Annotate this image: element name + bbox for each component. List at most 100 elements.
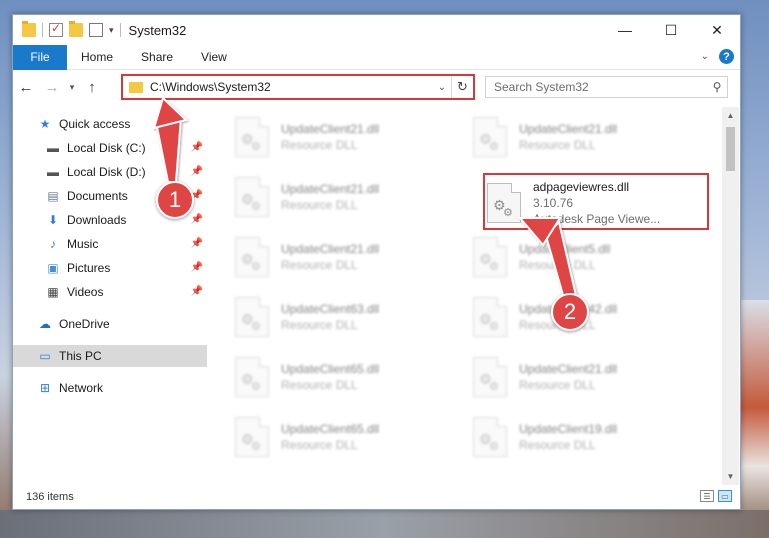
vertical-scrollbar[interactable]: ▲ ▼ (722, 107, 739, 485)
file-type: Resource DLL (281, 198, 358, 212)
forward-button[interactable]: → (39, 74, 65, 100)
scroll-down-icon[interactable]: ▼ (722, 468, 739, 485)
file-type: Resource DLL (281, 318, 358, 332)
dll-file-icon: ⚙ ⚙ (235, 237, 269, 277)
scrollbar-thumb[interactable] (726, 127, 735, 171)
sidebar-item-music[interactable]: ♪ Music 📌 (13, 233, 207, 255)
pin-icon[interactable]: 📌 (191, 286, 203, 297)
sidebar-item-this-pc[interactable]: ▭ This PC (13, 345, 207, 367)
file-name: UpdateClient21.dll (281, 242, 380, 256)
list-item[interactable]: ⚙ ⚙ UpdateClient21.dll Resource DLL (459, 111, 684, 163)
sidebar-item-quick-access[interactable]: ★ Quick access (13, 113, 207, 135)
sidebar-item-videos[interactable]: ▦ Videos 📌 (13, 281, 207, 303)
sidebar-item-label: Network (59, 381, 104, 395)
picture-icon: ▣ (47, 261, 59, 275)
list-item[interactable]: ⚙ ⚙ UpdateClient65.dll Resource DLL (221, 411, 446, 463)
sidebar-item-label: Quick access (59, 117, 131, 131)
recent-locations-button[interactable]: ▾ (65, 82, 79, 93)
list-item[interactable]: ⚙ ⚙ UpdateClient21.dll Resource DLL (221, 111, 446, 163)
large-icons-view-icon[interactable]: ▭ (718, 490, 732, 502)
toolbar-separator (42, 23, 43, 37)
cloud-icon: ☁ (39, 317, 51, 331)
list-item[interactable]: ⚙ ⚙ UpdateClient21.dll Resource DLL (221, 171, 446, 223)
expand-ribbon-icon[interactable]: ⌄ (701, 51, 709, 62)
file-name: UpdateClient19.dll (519, 422, 618, 436)
sidebar-item-network[interactable]: ⊞ Network (13, 377, 207, 399)
chevron-down-icon: ▾ (69, 81, 75, 92)
list-item[interactable]: ⚙ ⚙ UpdateClient63.dll Resource DLL (221, 291, 446, 343)
dll-file-icon: ⚙ ⚙ (473, 117, 507, 157)
pin-icon[interactable]: 📌 (191, 238, 203, 249)
file-name: UpdateClient65.dll (281, 362, 380, 376)
file-name: UpdateClient63.dll (281, 302, 380, 316)
maximize-button[interactable]: ☐ (648, 15, 694, 45)
arrow-left-icon: ← (18, 78, 34, 96)
file-type: Resource DLL (519, 378, 596, 392)
file-type: Resource DLL (519, 438, 596, 452)
window-title: System32 (128, 22, 187, 38)
item-count: 136 items (26, 491, 74, 503)
status-bar: 136 items ☰ ▭ (13, 485, 740, 509)
highlight-box (483, 173, 709, 230)
address-bar[interactable]: C:\Windows\System32 ⌄ ↻ (121, 74, 475, 100)
list-item[interactable]: ⚙ ⚙ UpdateClient5.dll Resource DLL (459, 231, 684, 283)
sidebar-item-local-disk-d[interactable]: ▬ Local Disk (D:) 📌 (13, 161, 207, 183)
minimize-button[interactable]: — (602, 15, 648, 45)
arrow-up-icon: ↑ (88, 78, 96, 96)
list-item[interactable]: ⚙ ⚙ UpdateClient21.dll Resource DLL (459, 351, 684, 403)
list-item[interactable]: ⚙ ⚙ UpdateClient19.dll Resource DLL (459, 411, 684, 463)
computer-icon: ▭ (39, 349, 51, 363)
tab-home[interactable]: Home (67, 45, 127, 70)
ribbon-tabs: File Home Share View ⌄ ? (13, 44, 740, 70)
drive-icon: ▬ (47, 141, 59, 155)
dll-file-icon: ⚙ ⚙ (473, 357, 507, 397)
tab-file[interactable]: File (13, 44, 67, 70)
pin-icon[interactable]: 📌 (191, 214, 203, 225)
sidebar-item-label: Documents (67, 189, 128, 203)
dll-file-icon: ⚙ ⚙ (235, 297, 269, 337)
pin-icon[interactable]: 📌 (191, 262, 203, 273)
file-type: Resource DLL (281, 138, 358, 152)
window-controls: — ☐ ✕ (602, 15, 740, 45)
file-name: UpdateClient21.dll (281, 182, 380, 196)
tab-view[interactable]: View (187, 45, 241, 70)
star-icon: ★ (39, 117, 51, 131)
address-path[interactable]: C:\Windows\System32 (150, 80, 433, 94)
navigation-pane: ★ Quick access ▬ Local Disk (C:) 📌 ▬ Loc… (13, 107, 207, 477)
sidebar-item-onedrive[interactable]: ☁ OneDrive (13, 313, 207, 335)
file-name: UpdateClient21.dll (519, 362, 618, 376)
pin-icon[interactable]: 📌 (191, 142, 203, 153)
search-icon[interactable]: ⚲ (707, 80, 727, 94)
pin-icon[interactable]: 📌 (191, 166, 203, 177)
sidebar-item-label: Local Disk (D:) (67, 165, 146, 179)
refresh-icon[interactable]: ↻ (451, 76, 473, 98)
document-icon: ▤ (47, 189, 59, 203)
view-toggle: ☰ ▭ (700, 490, 732, 502)
file-name: UpdateClient21.dll (519, 122, 618, 136)
search-box[interactable]: ⚲ (485, 76, 728, 98)
search-input[interactable] (494, 80, 707, 94)
chevron-down-icon[interactable]: ▾ (109, 25, 114, 36)
scroll-up-icon[interactable]: ▲ (722, 107, 739, 124)
list-item[interactable]: ⚙ ⚙ UpdateClient21.dll Resource DLL (221, 231, 446, 283)
help-icon[interactable]: ? (719, 49, 734, 64)
rename-icon[interactable] (89, 23, 103, 37)
sidebar-item-local-disk-c[interactable]: ▬ Local Disk (C:) 📌 (13, 137, 207, 159)
download-icon: ⬇ (47, 213, 59, 227)
close-button[interactable]: ✕ (694, 15, 740, 45)
details-view-icon[interactable]: ☰ (700, 490, 714, 502)
file-type: Resource DLL (281, 258, 358, 272)
tab-share[interactable]: Share (127, 45, 187, 70)
up-button[interactable]: ↑ (79, 74, 105, 100)
new-folder-icon[interactable] (69, 21, 83, 37)
dll-file-icon: ⚙ ⚙ (235, 417, 269, 457)
address-dropdown-icon[interactable]: ⌄ (433, 82, 451, 93)
file-list: ⚙ ⚙ UpdateClient21.dll Resource DLL ⚙ ⚙ Upd… (221, 107, 721, 477)
list-item[interactable]: ⚙ ⚙ UpdateClient65.dll Resource DLL (221, 351, 446, 403)
properties-check-icon[interactable] (49, 21, 63, 37)
video-icon: ▦ (47, 285, 59, 299)
sidebar-item-label: Downloads (67, 213, 127, 227)
back-button[interactable]: ← (13, 74, 39, 100)
ribbon-right-controls: ⌄ ? (701, 49, 734, 64)
sidebar-item-pictures[interactable]: ▣ Pictures 📌 (13, 257, 207, 279)
